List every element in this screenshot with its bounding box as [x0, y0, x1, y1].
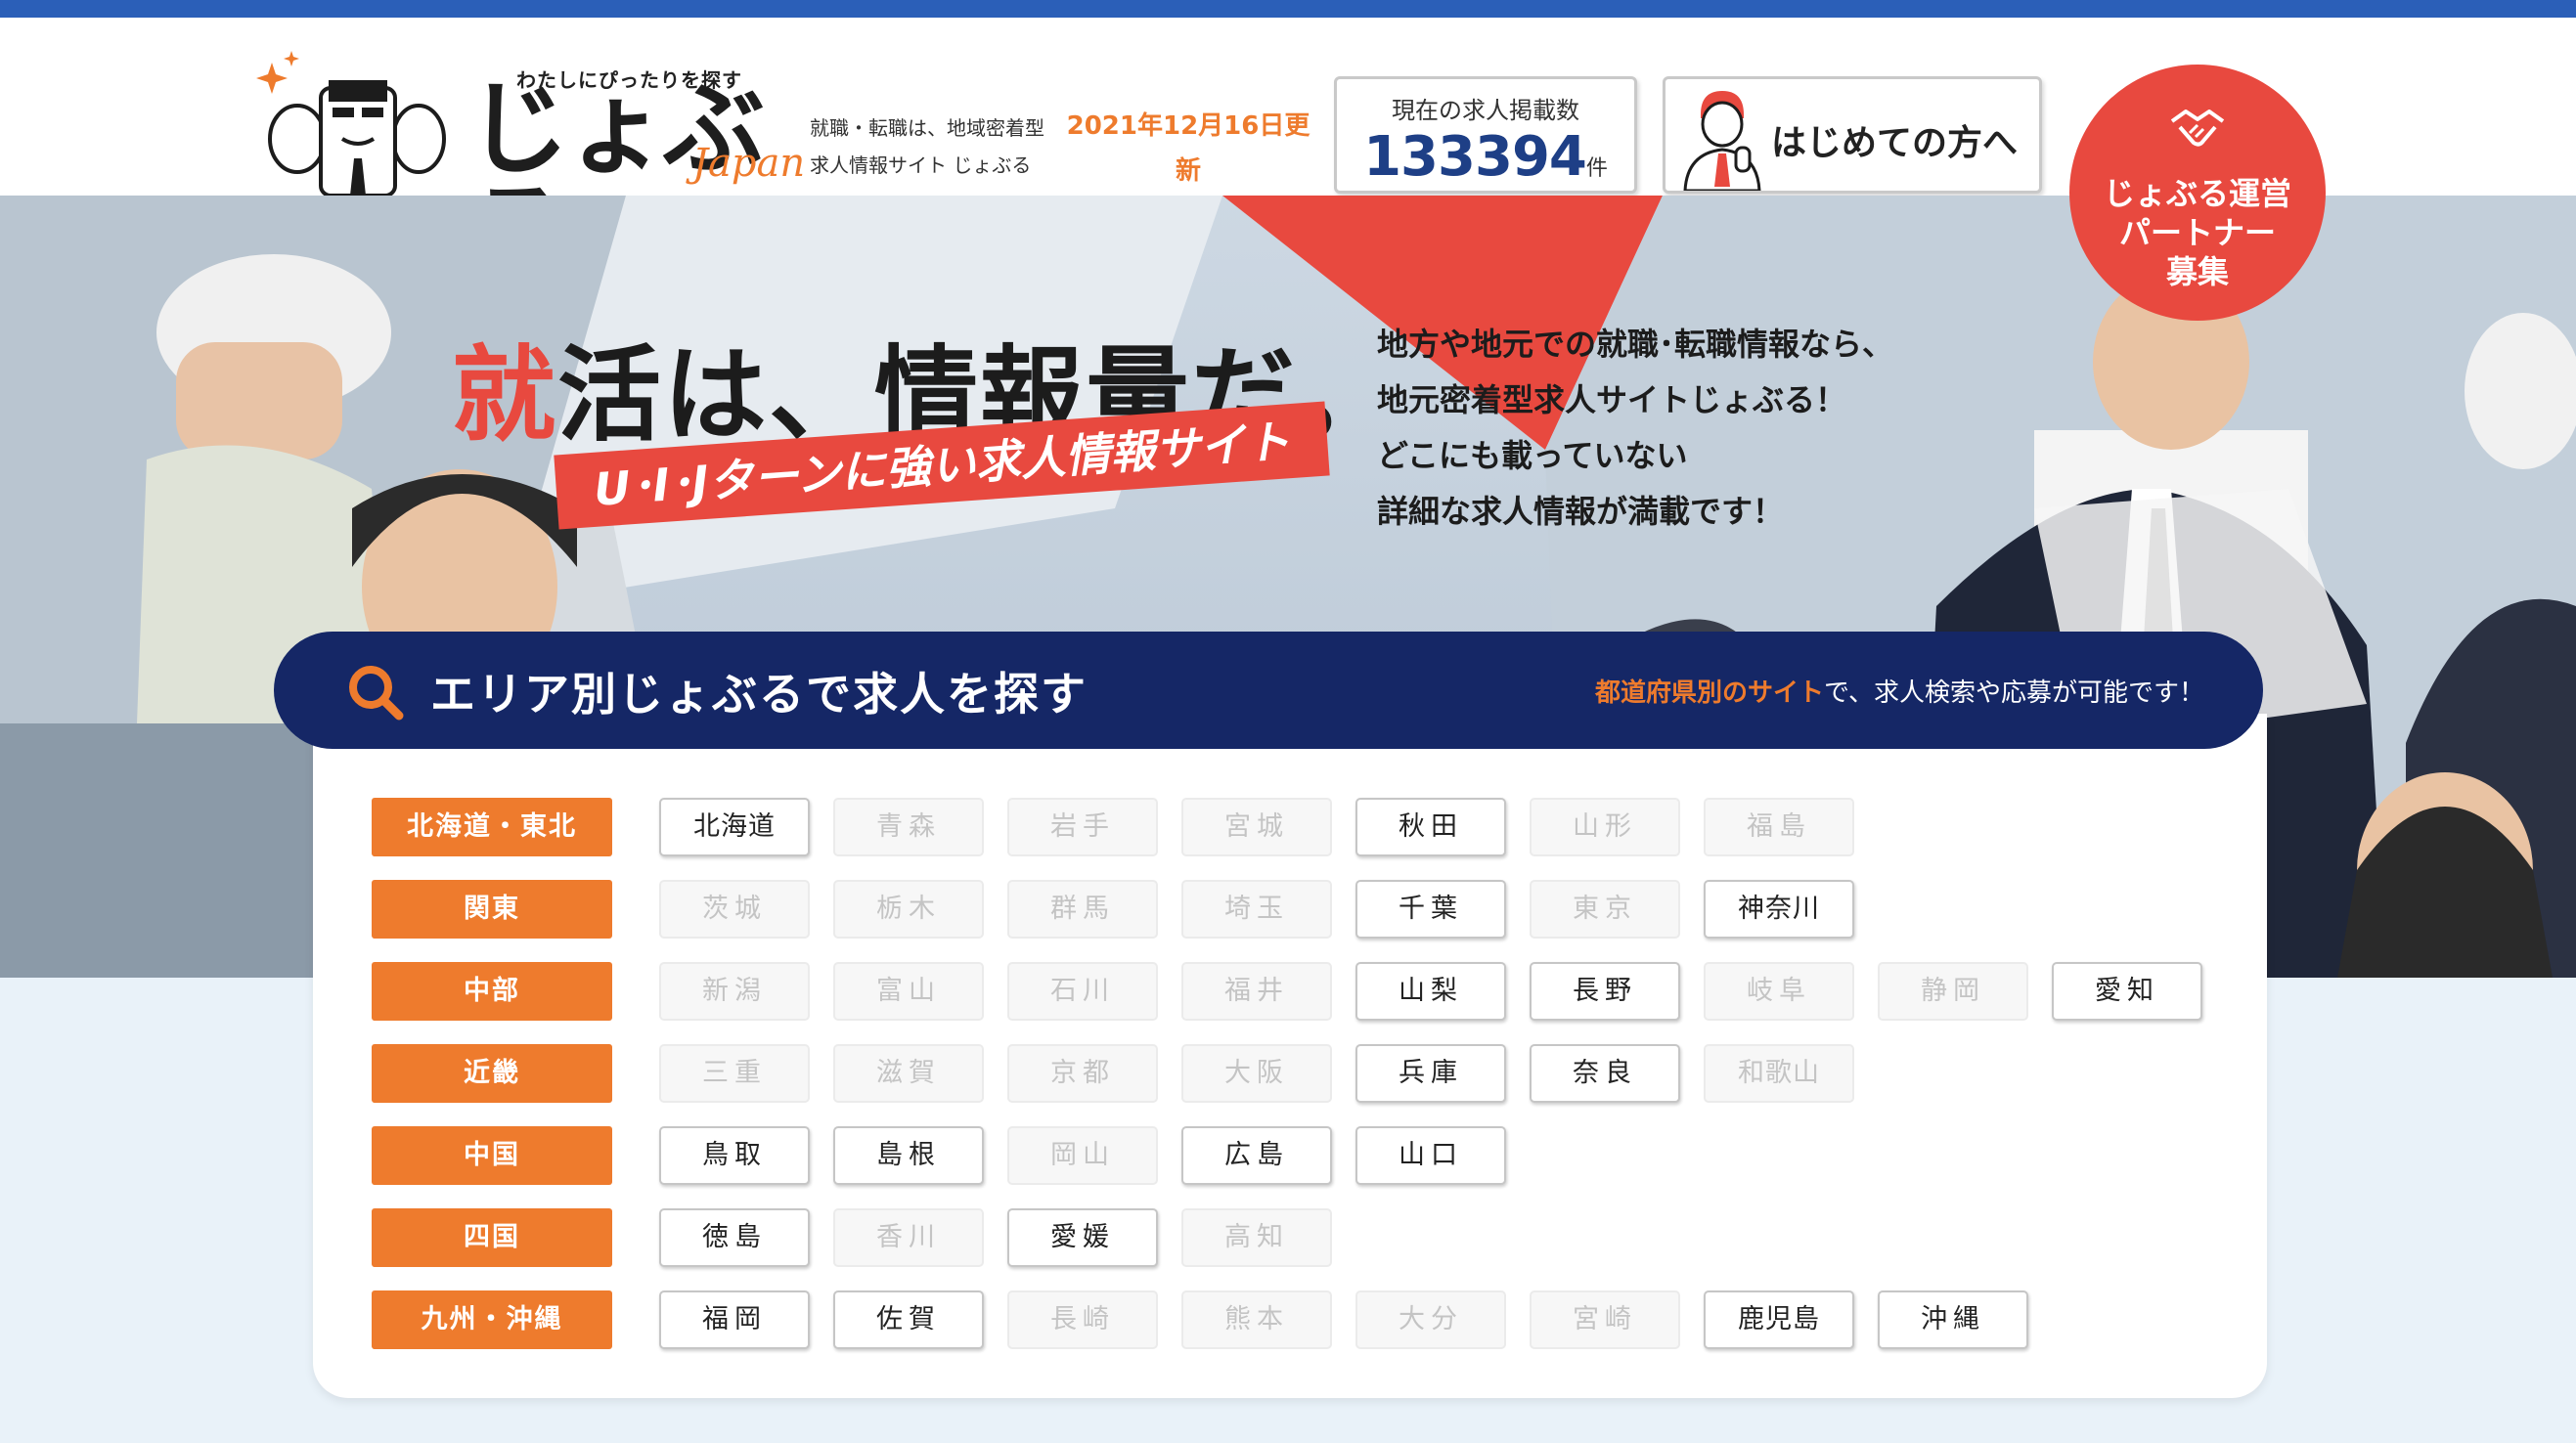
region-row: 中国 鳥取 島根 岡山 広島 山口: [313, 1126, 2267, 1187]
region-label: 中部: [372, 962, 612, 1021]
prefecture-button: 京都: [1007, 1044, 1158, 1103]
region-row: 中部 新潟 富山 石川 福井 山梨 長野 岐阜 静岡 愛知: [313, 962, 2267, 1023]
handshake-icon: [2170, 109, 2225, 147]
partner-line: 募集: [2165, 253, 2229, 290]
prefecture-button[interactable]: 佐賀: [833, 1290, 984, 1349]
prefecture-button: 福井: [1181, 962, 1332, 1021]
prefecture-button: 大阪: [1181, 1044, 1332, 1103]
update-date: 2021年12月16日更新: [1066, 111, 1310, 186]
hero-desc-line: 地方や地元での就職･転職情報なら、: [1377, 326, 1894, 363]
prefecture-button: 長崎: [1007, 1290, 1158, 1349]
region-row: 四国 徳島 香川 愛媛 高知: [313, 1208, 2267, 1269]
prefecture-button: 熊本: [1181, 1290, 1332, 1349]
prefecture-button[interactable]: 秋田: [1355, 798, 1506, 856]
partner-line: パートナー: [2118, 214, 2276, 251]
prefecture-button: 岐阜: [1704, 962, 1854, 1021]
prefecture-button: 滋賀: [833, 1044, 984, 1103]
prefecture-button: 岡山: [1007, 1126, 1158, 1185]
person-icon: [1683, 91, 1761, 191]
job-count-unit: 件: [1585, 156, 1608, 181]
prefecture-button: 石川: [1007, 962, 1158, 1021]
prefecture-site-link[interactable]: 都道府県別のサイト: [1595, 678, 1824, 708]
partner-text: じょぶる運営 パートナー 募集: [2069, 174, 2326, 291]
hero-description: 地方や地元での就職･転職情報なら、 地元密着型求人サイトじょぶる！ どこにも載っ…: [1377, 317, 1925, 540]
job-count-label: 現在の求人掲載数: [1392, 97, 1579, 124]
prefecture-button[interactable]: 愛知: [2052, 962, 2202, 1021]
site-tagline: 就職・転職は、地域密着型 求人情報サイト じょぶる: [810, 109, 1044, 184]
prefecture-button[interactable]: 千葉: [1355, 880, 1506, 939]
prefecture-button: 和歌山: [1704, 1044, 1854, 1103]
hero-desc-line: 地元密着型求人サイトじょぶる！: [1377, 381, 1847, 418]
region-row: 北海道・東北 北海道 青森 岩手 宮城 秋田 山形 福島: [313, 798, 2267, 858]
prefecture-button: 群馬: [1007, 880, 1158, 939]
region-label: 関東: [372, 880, 612, 939]
hero-desc-line: 詳細な求人情報が満載です！: [1377, 493, 1785, 530]
area-search-bar: エリア別じょぶるで求人を探す 都道府県別のサイトで、求人検索や応募が可能です！: [274, 632, 2263, 749]
prefecture-button[interactable]: 島根: [833, 1126, 984, 1185]
region-label: 北海道・東北: [372, 798, 612, 856]
prefecture-button[interactable]: 愛媛: [1007, 1208, 1158, 1267]
prefecture-button[interactable]: 沖縄: [1878, 1290, 2028, 1349]
prefecture-button[interactable]: 鳥取: [659, 1126, 810, 1185]
area-search-title: エリア別じょぶるで求人を探す: [430, 668, 1088, 721]
region-row: 近畿 三重 滋賀 京都 大阪 兵庫 奈良 和歌山: [313, 1044, 2267, 1105]
prefecture-button: 栃木: [833, 880, 984, 939]
prefecture-button: 新潟: [659, 962, 810, 1021]
logo-sub: Japan: [692, 141, 806, 186]
region-label: 四国: [372, 1208, 612, 1267]
prefecture-button[interactable]: 広島: [1181, 1126, 1332, 1185]
prefecture-button[interactable]: 山梨: [1355, 962, 1506, 1021]
site-logo[interactable]: わたしにぴったりを探す じょぶる Japan: [252, 39, 805, 282]
prefecture-button: 青森: [833, 798, 984, 856]
prefecture-button: 大分: [1355, 1290, 1506, 1349]
prefecture-button: 茨城: [659, 880, 810, 939]
prefecture-button: 山形: [1530, 798, 1680, 856]
top-accent-bar: [0, 0, 2576, 18]
prefecture-button[interactable]: 兵庫: [1355, 1044, 1506, 1103]
prefecture-button: 香川: [833, 1208, 984, 1267]
beginner-guide-label: はじめての方へ: [1771, 123, 2019, 163]
region-label: 近畿: [372, 1044, 612, 1103]
region-row: 九州・沖縄 福岡 佐賀 長崎 熊本 大分 宮崎 鹿児島 沖縄: [313, 1290, 2267, 1351]
prefecture-button[interactable]: 鹿児島: [1704, 1290, 1854, 1349]
prefecture-button[interactable]: 山口: [1355, 1126, 1506, 1185]
region-selector-panel: 北海道・東北 北海道 青森 岩手 宮城 秋田 山形 福島 関東 茨城 栃木 群馬 埼玉 千葉 東京 神奈川 中部…: [313, 714, 2267, 1398]
area-search-note: 都道府県別のサイトで、求人検索や応募が可能です！: [1595, 673, 2204, 709]
area-search-note-text: で、求人検索や応募が可能です！: [1824, 678, 2204, 708]
prefecture-button: 宮崎: [1530, 1290, 1680, 1349]
tagline-line: 就職・転職は、地域密着型: [810, 116, 1044, 140]
prefecture-button[interactable]: 神奈川: [1704, 880, 1854, 939]
prefecture-button: 岩手: [1007, 798, 1158, 856]
prefecture-button: 富山: [833, 962, 984, 1021]
site-header: わたしにぴったりを探す じょぶる Japan 就職・転職は、地域密着型 求人情報…: [0, 18, 2576, 321]
region-label: 九州・沖縄: [372, 1290, 612, 1349]
prefecture-button[interactable]: 福岡: [659, 1290, 810, 1349]
job-count-box: 現在の求人掲載数 133394件: [1334, 76, 1637, 194]
prefecture-button[interactable]: 長野: [1530, 962, 1680, 1021]
region-label: 中国: [372, 1126, 612, 1185]
prefecture-button[interactable]: 北海道: [659, 798, 810, 856]
tagline-line: 求人情報サイト じょぶる: [810, 153, 1032, 177]
prefecture-button: 三重: [659, 1044, 810, 1103]
prefecture-button: 宮城: [1181, 798, 1332, 856]
search-icon: [349, 666, 404, 721]
prefecture-button: 福島: [1704, 798, 1854, 856]
prefecture-button[interactable]: 徳島: [659, 1208, 810, 1267]
hero-desc-line: どこにも載っていない: [1377, 437, 1688, 474]
headline-accent: 就: [452, 335, 557, 456]
mascot-icon: [256, 51, 446, 196]
partner-recruit-button[interactable]: じょぶる運営 パートナー 募集: [2069, 65, 2326, 321]
prefecture-button: 埼玉: [1181, 880, 1332, 939]
prefecture-button: 東京: [1530, 880, 1680, 939]
partner-line: じょぶる運営: [2103, 175, 2291, 212]
beginner-guide-button[interactable]: はじめての方へ: [1663, 76, 2042, 194]
region-row: 関東 茨城 栃木 群馬 埼玉 千葉 東京 神奈川: [313, 880, 2267, 940]
prefecture-button: 高知: [1181, 1208, 1332, 1267]
prefecture-button: 静岡: [1878, 962, 2028, 1021]
prefecture-button[interactable]: 奈良: [1530, 1044, 1680, 1103]
job-count-value: 133394: [1363, 125, 1587, 189]
